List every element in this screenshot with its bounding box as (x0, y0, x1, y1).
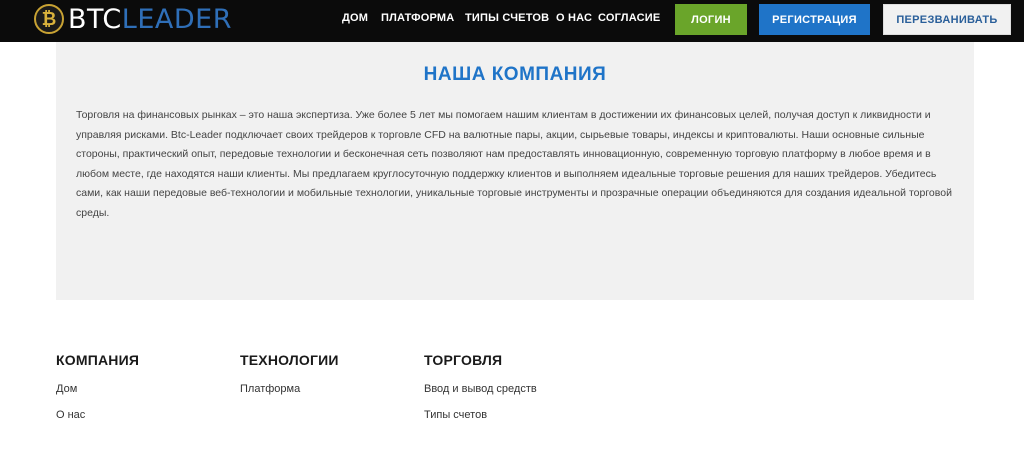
footer-link-account-types[interactable]: Типы счетов (424, 409, 537, 421)
nav-link-home[interactable]: Дом (342, 12, 368, 24)
login-button[interactable]: Логин (675, 4, 747, 35)
section-title: НАША КОМПАНИЯ (423, 64, 607, 85)
footer-column-trading: Торговля Ввод и вывод средств Типы счето… (424, 352, 537, 421)
nav-link-about[interactable]: О нас (556, 12, 592, 24)
footer-heading: Технологии (240, 352, 339, 368)
nav-link-platform[interactable]: Платформа (381, 12, 454, 24)
footer-column-company: Компания Дом О нас (56, 352, 139, 421)
footer-link-platform[interactable]: Платформа (240, 383, 339, 395)
footer-heading: Компания (56, 352, 140, 368)
callback-button[interactable]: Перезванивать (883, 4, 1011, 35)
nav-link-account-types[interactable]: Типы счетов (465, 12, 549, 24)
btcleader-logo[interactable]: ₿ BTCLEADER (34, 3, 232, 35)
footer-link-about[interactable]: О нас (56, 409, 139, 421)
top-navigation-bar: ₿ BTCLEADER Дом Платформа Типы счетов О … (0, 0, 1024, 42)
logo-wordmark: BTCLEADER (68, 4, 232, 35)
our-company-section: НАША КОМПАНИЯ Торговля на финансовых рын… (56, 42, 974, 300)
nav-link-consent[interactable]: Согласие (598, 12, 660, 24)
footer-link-deposit-withdrawal[interactable]: Ввод и вывод средств (424, 383, 537, 395)
register-button[interactable]: Регистрация (759, 4, 870, 35)
logo-text-leader: LEADER (121, 3, 232, 35)
company-description: Торговля на финансовых рынках – это наша… (76, 109, 952, 219)
footer-heading: Торговля (424, 352, 503, 368)
logo-text-btc: BTC (68, 3, 122, 35)
footer-link-home[interactable]: Дом (56, 383, 139, 395)
footer-column-technologies: Технологии Платформа (240, 352, 339, 395)
bitcoin-coin-icon: ₿ (34, 4, 64, 34)
